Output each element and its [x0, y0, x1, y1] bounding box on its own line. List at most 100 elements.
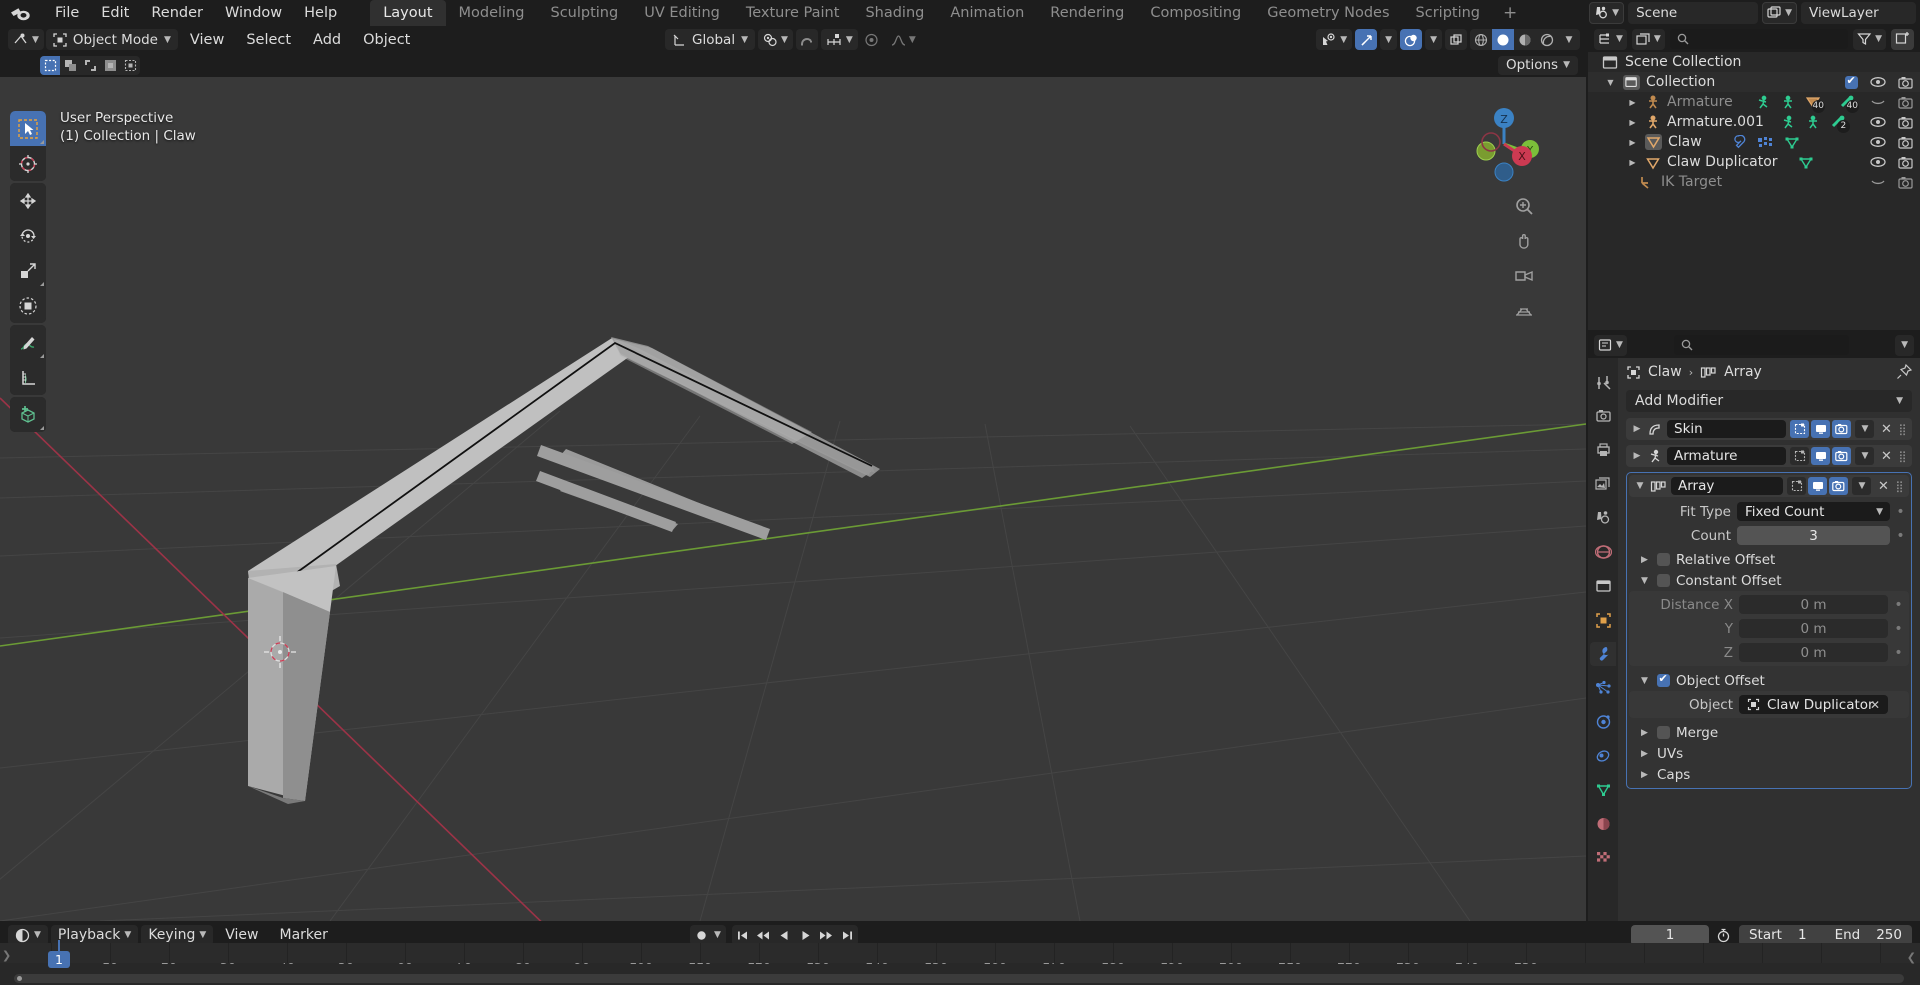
viewport-menu-view[interactable]: View: [180, 30, 234, 50]
scene-name-field[interactable]: Scene: [1628, 2, 1759, 24]
section-uvs[interactable]: ▶ UVs: [1627, 743, 1911, 764]
modifier-delete-button[interactable]: ✕: [1878, 449, 1894, 464]
workspace-tab-shading[interactable]: Shading: [852, 0, 937, 26]
toggle-render-display[interactable]: [1829, 477, 1849, 495]
shading-settings-dropdown[interactable]: ▼: [1558, 29, 1580, 50]
workspace-tab-rendering[interactable]: Rendering: [1037, 0, 1137, 26]
viewlayer-browse-button[interactable]: ▼: [1762, 2, 1797, 24]
relative-offset-checkbox[interactable]: [1657, 553, 1670, 566]
select-intersect-button[interactable]: [120, 56, 140, 75]
modifier-delete-button[interactable]: ✕: [1875, 479, 1891, 494]
outliner-row-claw-duplicator[interactable]: ▶ Claw Duplicator: [1588, 152, 1920, 172]
tool-measure[interactable]: [10, 360, 46, 395]
eye-icon[interactable]: [1870, 136, 1886, 148]
menu-render[interactable]: Render: [140, 2, 214, 24]
tool-cursor[interactable]: [10, 146, 46, 181]
modifier-name-field[interactable]: Armature: [1667, 447, 1787, 465]
eye-closed-icon[interactable]: [1870, 96, 1886, 108]
properties-tab-render[interactable]: [1590, 404, 1616, 428]
distance-z-input[interactable]: 0 m: [1739, 643, 1888, 662]
select-box-button[interactable]: [40, 55, 60, 75]
camera-icon[interactable]: [1898, 176, 1913, 189]
zoom-view-button[interactable]: [1512, 194, 1536, 218]
tool-tweak[interactable]: [10, 111, 46, 146]
workspace-tab-scripting[interactable]: Scripting: [1403, 0, 1493, 26]
collection-checkbox[interactable]: [1845, 74, 1858, 89]
pivot-point-dropdown[interactable]: ▼: [758, 29, 793, 50]
workspace-tab-modeling[interactable]: Modeling: [446, 0, 538, 26]
tool-add-cube[interactable]: [10, 397, 46, 432]
toggle-edit-mode-display[interactable]: [1790, 447, 1810, 465]
timeline-expand-left-arrow[interactable]: ❯: [2, 949, 11, 962]
camera-view-button[interactable]: [1512, 264, 1536, 288]
properties-tab-output[interactable]: [1590, 438, 1616, 462]
merge-checkbox[interactable]: [1657, 726, 1670, 739]
use-preview-range-button[interactable]: [1711, 928, 1737, 943]
workspace-tab-animation[interactable]: Animation: [937, 0, 1037, 26]
outliner-display-mode-button[interactable]: ▼: [1631, 28, 1665, 50]
properties-tab-texture[interactable]: [1590, 846, 1616, 870]
snap-settings-dropdown[interactable]: ▼: [820, 29, 858, 50]
timeline-expand-right-arrow[interactable]: ❮: [1907, 951, 1916, 964]
breadcrumb-object-label[interactable]: Claw: [1648, 364, 1682, 380]
timeline-horizontal-scrollbar[interactable]: [14, 974, 1904, 983]
expand-triangle-icon[interactable]: ▶: [1641, 728, 1651, 738]
animate-property-dot[interactable]: •: [1894, 597, 1903, 613]
expand-triangle-icon[interactable]: ▶: [1626, 118, 1639, 127]
viewport-menu-select[interactable]: Select: [236, 30, 301, 50]
properties-tab-tool[interactable]: [1590, 370, 1616, 394]
eye-icon[interactable]: [1870, 116, 1886, 128]
properties-options-dropdown[interactable]: ▼: [1895, 334, 1914, 356]
properties-tab-collection[interactable]: [1590, 574, 1616, 598]
xray-toggle[interactable]: [1445, 29, 1467, 50]
pan-view-button[interactable]: [1512, 229, 1536, 253]
eye-closed-icon[interactable]: [1870, 176, 1886, 188]
expand-triangle-icon[interactable]: ▶: [1631, 424, 1643, 434]
editor-type-button[interactable]: ▼: [8, 29, 44, 50]
animate-property-dot[interactable]: •: [1896, 528, 1905, 544]
expand-triangle-icon[interactable]: ▶: [1641, 555, 1651, 565]
snap-magnet-toggle[interactable]: [795, 29, 818, 50]
toggle-edit-mode-display[interactable]: [1787, 477, 1807, 495]
modifier-row-armature[interactable]: ▶ Armature ▼ ✕ ⣿: [1626, 445, 1912, 467]
properties-tab-object[interactable]: [1590, 608, 1616, 632]
select-invert-button[interactable]: [100, 56, 120, 75]
navigation-gizmo[interactable]: Z Y X: [1464, 104, 1544, 184]
viewport-3d[interactable]: ▼ Object Mode ▼ View Select Add Object G…: [0, 26, 1586, 921]
collapse-triangle-icon[interactable]: ▼: [1634, 481, 1646, 491]
workspace-tab-uv-editing[interactable]: UV Editing: [631, 0, 733, 26]
shading-material-button[interactable]: [1514, 29, 1536, 50]
interaction-mode-dropdown[interactable]: Object Mode ▼: [45, 29, 178, 50]
properties-tab-constraints[interactable]: [1590, 744, 1616, 768]
scene-browse-button[interactable]: ▼: [1589, 2, 1625, 24]
shading-wireframe-button[interactable]: [1470, 29, 1492, 50]
camera-icon[interactable]: [1898, 76, 1913, 89]
camera-icon[interactable]: [1898, 96, 1913, 109]
menu-window[interactable]: Window: [214, 2, 293, 24]
toggle-realtime-display[interactable]: [1808, 477, 1828, 495]
fit-type-dropdown[interactable]: Fixed Count ▼: [1737, 502, 1890, 521]
select-extend-button[interactable]: [60, 56, 80, 75]
outliner-editor[interactable]: ▼ ▼ ▼ Scene Collection ▼ Collection ✔ ▶ …: [1588, 26, 1920, 330]
properties-tab-view-layer[interactable]: [1590, 472, 1616, 496]
blender-logo-icon[interactable]: [10, 3, 32, 23]
expand-triangle-icon[interactable]: ▶: [1626, 158, 1639, 167]
animate-property-dot[interactable]: •: [1896, 504, 1905, 520]
section-constant-offset[interactable]: ▼ Constant Offset: [1627, 570, 1911, 591]
animate-property-dot[interactable]: •: [1894, 645, 1903, 661]
expand-triangle-icon[interactable]: ▶: [1641, 749, 1651, 759]
section-merge[interactable]: ▶ Merge: [1627, 722, 1911, 743]
toggle-render-display[interactable]: [1832, 447, 1852, 465]
clear-object-button[interactable]: ✕: [1870, 698, 1880, 712]
menu-help[interactable]: Help: [293, 2, 348, 24]
tool-move[interactable]: [10, 183, 46, 218]
modifier-name-field[interactable]: Array: [1671, 477, 1784, 495]
playhead[interactable]: 1: [48, 951, 70, 968]
properties-search-input[interactable]: [1673, 335, 1849, 355]
properties-tab-physics[interactable]: [1590, 710, 1616, 734]
viewlayer-name-field[interactable]: ViewLayer: [1801, 2, 1916, 24]
object-offset-picker[interactable]: Claw Duplicator ✕: [1739, 695, 1888, 714]
camera-icon[interactable]: [1898, 116, 1913, 129]
toggle-realtime-display[interactable]: [1811, 447, 1831, 465]
workspace-tab-geometry-nodes[interactable]: Geometry Nodes: [1254, 0, 1402, 26]
